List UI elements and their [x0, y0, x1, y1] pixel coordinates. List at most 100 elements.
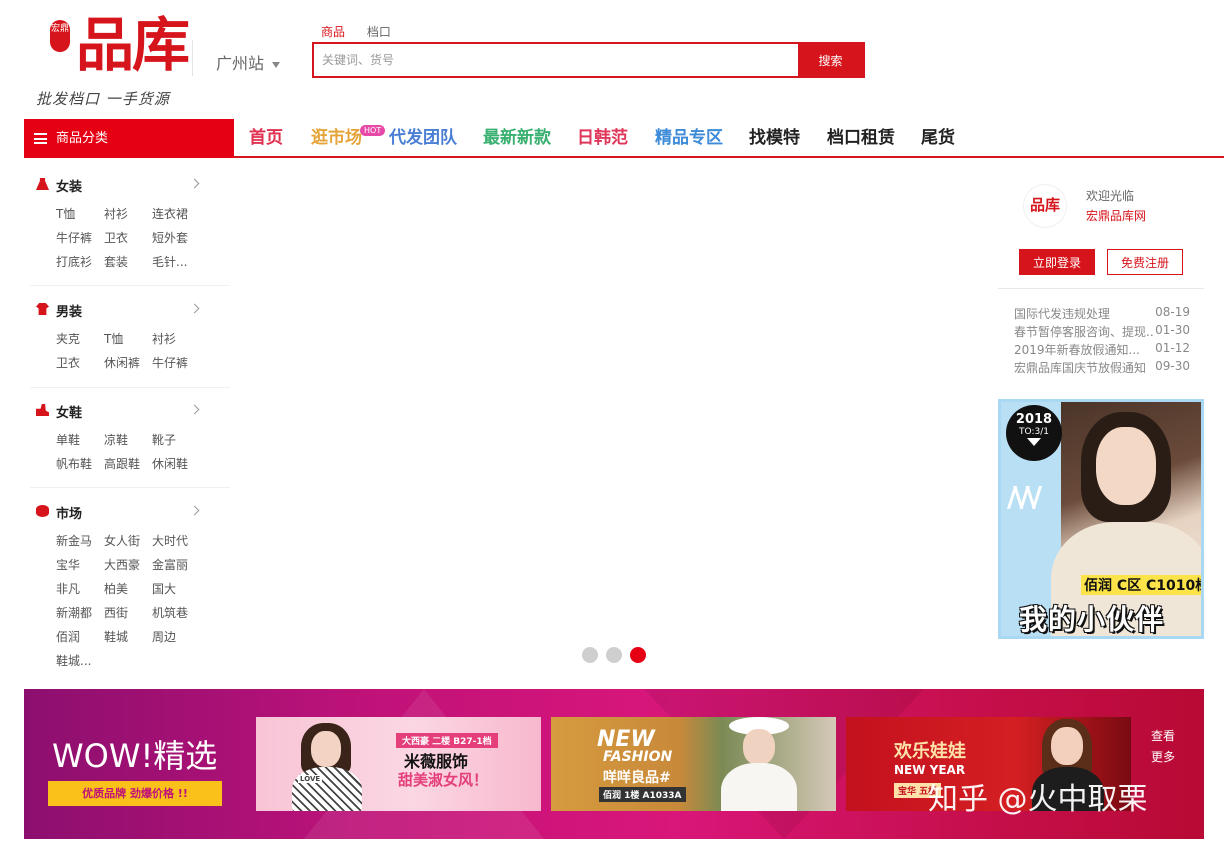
sidebar-link[interactable]: 女人街 [104, 532, 140, 549]
nav-item-premium[interactable]: 精品专区 [655, 126, 723, 150]
nav-item-home[interactable]: 首页 [249, 126, 283, 150]
site-name-link[interactable]: 宏鼎品库网 [1086, 207, 1146, 224]
sidebar-head-market[interactable]: 市场 [34, 502, 204, 522]
category-menu-button[interactable]: 商品分类 [24, 119, 234, 158]
sidebar-link[interactable]: 新金马 [56, 532, 92, 549]
search-tab-goods[interactable]: 商品 [321, 23, 345, 40]
site-logo[interactable]: 品库 [76, 10, 190, 80]
more-link-more[interactable]: 更多 [1151, 748, 1175, 765]
chevron-right-icon [189, 505, 200, 516]
notice-title: 2019年新春放假通知... [1014, 343, 1140, 357]
search-tab-stall[interactable]: 档口 [367, 23, 391, 40]
sidebar-title: 女鞋 [56, 406, 83, 421]
promo-shop-label: 佰润 C区 C1010档 [1081, 575, 1201, 595]
model-face [1051, 727, 1083, 765]
promo-banner[interactable]: 2018 TO:3/1 /\/\/ 佰润 C区 C1010档 我的小伙伴 [998, 399, 1204, 639]
sidebar-separator [30, 387, 230, 388]
sidebar-link[interactable]: 大西豪 [104, 556, 140, 573]
more-link-view[interactable]: 查看 [1151, 727, 1175, 744]
sidebar-link[interactable]: 国大 [152, 580, 176, 597]
card-location: 大西豪 二楼 B27-1档 [396, 733, 498, 748]
search-button[interactable]: 搜索 [798, 44, 863, 76]
promo-headline: 我的小伙伴 [1019, 603, 1165, 636]
sidebar-link[interactable]: 宝华 [56, 556, 80, 573]
sidebar-link[interactable]: 新潮都 [56, 604, 92, 621]
zigzag-decoration: /\/\/ [1007, 480, 1042, 513]
sidebar-link[interactable]: 鞋城... [56, 652, 91, 669]
chevron-right-icon [189, 178, 200, 189]
sidebar-link[interactable]: 机筑巷 [152, 604, 188, 621]
sidebar-link[interactable]: 非凡 [56, 580, 80, 597]
sidebar-link[interactable]: 西街 [104, 604, 128, 621]
dress-icon [36, 178, 49, 190]
notice-date: 01-12 [1155, 341, 1190, 355]
sidebar-link[interactable]: 金富丽 [152, 556, 188, 573]
sidebar-head-mens[interactable]: 男装 [34, 300, 204, 320]
sidebar-link[interactable]: 毛针... [152, 253, 187, 270]
nav-item-market[interactable]: 逛市场 [311, 126, 362, 150]
sidebar-link[interactable]: 帆布鞋 [56, 455, 92, 472]
sidebar-link[interactable]: 打底衫 [56, 253, 92, 270]
sidebar-link[interactable]: 鞋城 [104, 628, 128, 645]
sidebar-link[interactable]: T恤 [104, 330, 123, 347]
sidebar-link[interactable]: T恤 [56, 205, 75, 222]
sidebar-link[interactable]: 大时代 [152, 532, 188, 549]
triangle-down-icon [1027, 438, 1041, 446]
sidebar-link[interactable]: 周边 [152, 628, 176, 645]
sidebar-link[interactable]: 靴子 [152, 431, 176, 448]
nav-item-stall-rent[interactable]: 档口租赁 [827, 126, 895, 150]
badge-to: TO:3/1 [1019, 427, 1049, 437]
sidebar-link[interactable]: 连衣裙 [152, 205, 188, 222]
sidebar-link[interactable]: 衬衫 [104, 205, 128, 222]
sidebar-head-shoes[interactable]: 女鞋 [34, 401, 204, 421]
sidebar-link[interactable]: 牛仔裤 [152, 354, 188, 371]
brand-card-mimi[interactable]: NEW FASHION 咩咩良品# 佰润 1楼 A1033A [551, 717, 836, 811]
nav-item-clearance[interactable]: 尾货 [921, 126, 955, 150]
sidebar-link[interactable]: 卫衣 [56, 354, 80, 371]
sidebar-head-womens[interactable]: 女装 [34, 175, 204, 195]
sidebar-link[interactable]: 衬衫 [152, 330, 176, 347]
card-brand: 咩咩良品# [603, 770, 671, 786]
brand-card-miwei[interactable]: LOVE 大西豪 二楼 B27-1档 米薇服饰 甜美淑女风！ [256, 717, 541, 811]
badge-year: 2018 [1015, 412, 1053, 427]
sidebar-link[interactable]: 夹克 [56, 330, 80, 347]
sidebar-group-womens: 女装 T恤 衬衫 连衣裙 牛仔裤 卫衣 短外套 打底衫 套装 毛针... [34, 175, 204, 269]
logo-slogan: 批发档口 一手货源 [36, 90, 170, 108]
market-icon [36, 505, 49, 517]
carousel-dot-2[interactable] [606, 647, 622, 663]
sidebar-link[interactable]: 休闲鞋 [152, 455, 188, 472]
logo-seal: 宏鼎 [50, 20, 70, 52]
search-input[interactable] [314, 44, 798, 76]
login-button[interactable]: 立即登录 [1019, 249, 1095, 275]
sidebar-group-mens: 男装 夹克 T恤 衬衫 卫衣 休闲裤 牛仔裤 [34, 300, 204, 370]
nav-item-models[interactable]: 找模特 [749, 126, 800, 150]
carousel-dot-1[interactable] [582, 647, 598, 663]
search-box: 搜索 [312, 42, 865, 78]
watermark-text: 知乎 @火中取栗 [928, 782, 1148, 817]
sidebar-link[interactable]: 单鞋 [56, 431, 80, 448]
register-button[interactable]: 免费注册 [1107, 249, 1183, 275]
sidebar-link[interactable]: 牛仔裤 [56, 229, 92, 246]
sidebar-link[interactable]: 套装 [104, 253, 128, 270]
sidebar-link[interactable]: 卫衣 [104, 229, 128, 246]
hot-badge: HOT [360, 125, 386, 136]
station-selector[interactable]: 广州站 [216, 50, 281, 74]
model-face [1096, 427, 1156, 505]
sidebar-link[interactable]: 短外套 [152, 229, 188, 246]
caret-down-icon [272, 61, 281, 68]
nav-item-new-arrivals[interactable]: 最新新款 [483, 126, 551, 150]
sidebar-link[interactable]: 高跟鞋 [104, 455, 140, 472]
shoe-icon [36, 404, 49, 416]
model-face [311, 731, 341, 767]
card-slogan: 甜美淑女风！ [398, 771, 489, 789]
notice-date: 08-19 [1155, 305, 1190, 319]
nav-item-dropship[interactable]: 代发团队 [389, 126, 457, 150]
wow-tagline: 优质品牌 劲爆价格 !! [48, 781, 222, 806]
site-avatar: 品库 [1024, 185, 1066, 227]
nav-item-jk-style[interactable]: 日韩范 [577, 126, 628, 150]
sidebar-link[interactable]: 柏美 [104, 580, 128, 597]
sidebar-link[interactable]: 佰润 [56, 628, 80, 645]
sidebar-link[interactable]: 休闲裤 [104, 354, 140, 371]
carousel-dot-3[interactable] [630, 647, 646, 663]
sidebar-link[interactable]: 凉鞋 [104, 431, 128, 448]
